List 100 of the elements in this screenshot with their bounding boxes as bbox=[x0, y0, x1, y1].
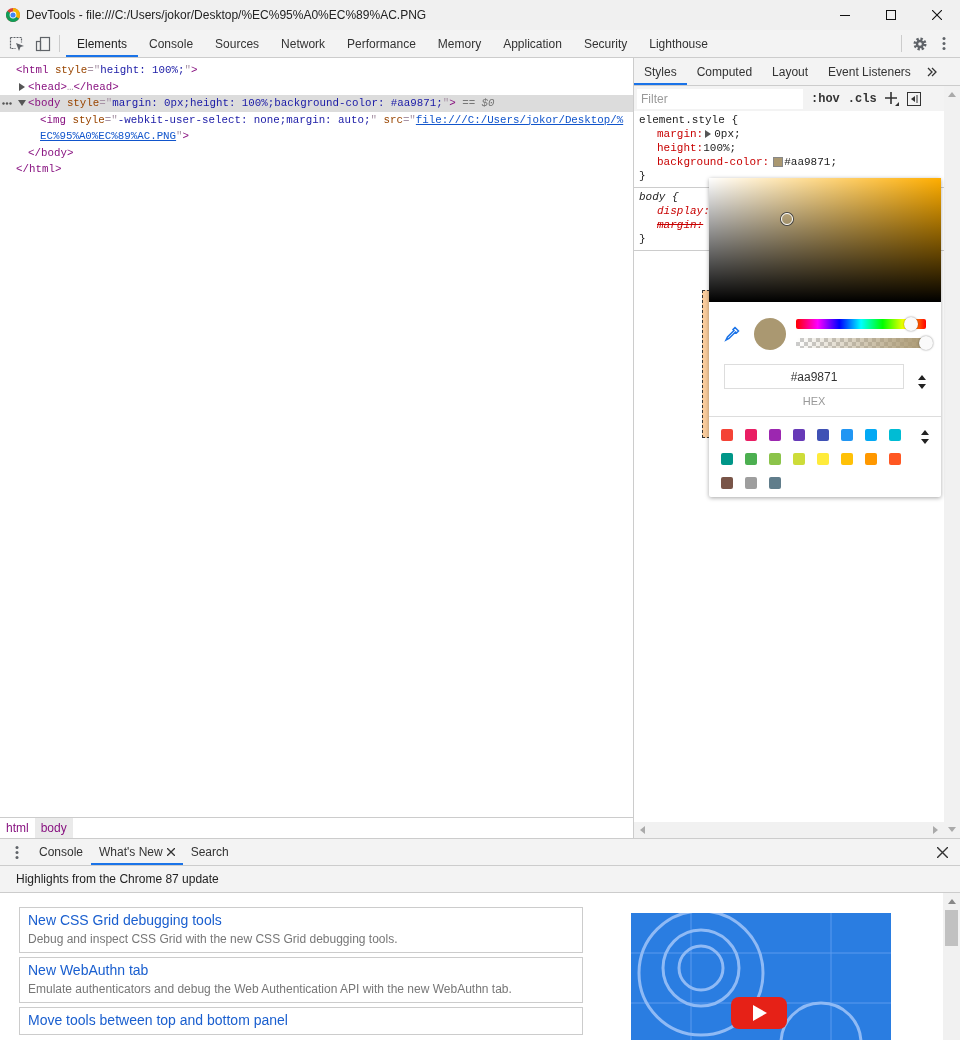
settings-icon[interactable] bbox=[912, 35, 928, 52]
link[interactable]: EC%95%A0%EC%89%AC.PNG bbox=[40, 130, 177, 142]
drawer-menu-icon[interactable] bbox=[15, 844, 19, 860]
color-swatch[interactable] bbox=[721, 429, 733, 441]
color-swatch[interactable] bbox=[745, 429, 757, 441]
color-swatch[interactable] bbox=[793, 453, 805, 465]
panel-tab[interactable]: Memory bbox=[426, 30, 493, 57]
more-options-icon[interactable] bbox=[942, 36, 946, 51]
up-down-arrows-icon[interactable] bbox=[921, 430, 929, 444]
slider-thumb[interactable] bbox=[904, 317, 919, 331]
color-swatch[interactable] bbox=[721, 453, 733, 465]
css-value: #aa9871; bbox=[784, 155, 838, 169]
color-swatch[interactable] bbox=[841, 453, 853, 465]
scroll-left-icon[interactable] bbox=[640, 826, 645, 834]
card-title[interactable]: New WebAuthn tab bbox=[28, 962, 574, 978]
panel-tab[interactable]: Network bbox=[270, 30, 337, 57]
code-line: EC%95%A0%EC%89%AC.PNG"> bbox=[40, 129, 191, 144]
close-icon[interactable] bbox=[932, 10, 942, 20]
breadcrumb[interactable]: html bbox=[0, 818, 35, 838]
window-title: DevTools - file:///C:/Users/jokor/Desktop/%EC%95%A0%EC%89%AC.PNG bbox=[26, 8, 428, 22]
chrome-logo bbox=[6, 8, 20, 22]
panel-tab[interactable]: Performance bbox=[336, 30, 427, 57]
css-property: height: bbox=[657, 141, 704, 155]
filter-field[interactable]: Filter bbox=[637, 88, 803, 109]
code-line: <html style="height: 100%;"> bbox=[16, 63, 198, 78]
chevron-double-icon[interactable] bbox=[926, 66, 937, 77]
drawer-tab[interactable]: Console bbox=[31, 839, 92, 865]
panel-tab[interactable]: Elements bbox=[66, 30, 139, 57]
toggle-sidebar-icon[interactable] bbox=[906, 91, 921, 106]
panel-tab[interactable]: Lighthouse bbox=[638, 30, 719, 57]
code-line: <img style="-webkit-user-select: none;margin: auto;" src="file:///C:/Users/jokor/Desktop/% bbox=[40, 112, 624, 128]
saturation-value-area[interactable] bbox=[709, 178, 941, 302]
color-swatch[interactable] bbox=[817, 429, 829, 441]
dom-tree-row[interactable]: <img style="-webkit-user-select: none;margin: auto;" src="file:///C:/Users/jokor/Desktop/% EC%95%A0%EC%89%AC.PNG"> bbox=[0, 111, 633, 145]
color-swatch[interactable] bbox=[773, 157, 784, 167]
hex-field[interactable]: #aa9871 bbox=[724, 364, 904, 389]
closing-brace: } bbox=[639, 169, 647, 183]
color-swatch[interactable] bbox=[889, 453, 901, 465]
drawer-tab[interactable]: Search bbox=[182, 839, 237, 865]
breadcrumb[interactable]: body bbox=[34, 818, 73, 838]
eyedropper-icon[interactable] bbox=[724, 325, 740, 342]
closing-brace: } bbox=[639, 232, 647, 246]
panel-tab[interactable]: Security bbox=[572, 30, 639, 57]
scroll-up-icon[interactable] bbox=[948, 92, 956, 97]
close-tab-icon[interactable] bbox=[166, 848, 175, 856]
hover-state-toggle[interactable]: :hov bbox=[811, 91, 840, 106]
panel-tab[interactable]: Console bbox=[138, 30, 205, 57]
css-selector: body { bbox=[639, 190, 680, 204]
maximize-icon[interactable] bbox=[886, 10, 896, 20]
device-toggle-icon[interactable] bbox=[35, 35, 51, 52]
css-value: 0px; bbox=[714, 127, 741, 141]
drawer-header: Highlights from the Chrome 87 update bbox=[0, 866, 960, 893]
dom-tree-row[interactable]: <head>…</head> bbox=[0, 78, 633, 95]
code-line: <head>…</head> bbox=[28, 79, 119, 95]
class-toggle[interactable]: .cls bbox=[847, 91, 877, 106]
link[interactable]: file:///C:/Users/jokor/Desktop/% bbox=[415, 113, 624, 126]
css-selector: element.style { bbox=[639, 113, 740, 127]
slider-thumb[interactable] bbox=[919, 336, 933, 350]
up-down-arrows-icon[interactable] bbox=[918, 375, 926, 389]
code-line: </body> bbox=[28, 145, 74, 161]
card-title[interactable]: New CSS Grid debugging tools bbox=[28, 912, 574, 928]
color-swatch[interactable] bbox=[769, 429, 781, 441]
close-drawer-icon[interactable] bbox=[937, 846, 948, 858]
color-swatch[interactable] bbox=[793, 429, 805, 441]
css-property: margin: bbox=[657, 218, 704, 232]
scroll-down-icon[interactable] bbox=[948, 827, 956, 832]
scroll-right-icon[interactable] bbox=[933, 826, 938, 834]
card-title[interactable]: Move tools between top and bottom panel bbox=[28, 1012, 574, 1028]
color-swatch[interactable] bbox=[769, 477, 781, 489]
color-swatch[interactable] bbox=[745, 453, 757, 465]
feature-card[interactable]: Move tools between top and bottom panel bbox=[19, 1007, 583, 1035]
code-line: <body style="margin: 0px;height: 100%;background-color: #aa9871;"> == $0 bbox=[28, 96, 495, 111]
feature-card[interactable]: New WebAuthn tab Emulate authenticators and debug the Web Authentication API with the new WebAuthn tab. bbox=[19, 957, 583, 1003]
expanded-triangle-icon[interactable] bbox=[18, 99, 26, 107]
feature-card[interactable]: New CSS Grid debugging tools Debug and inspect CSS Grid with the new CSS Grid debugging tools. bbox=[19, 907, 583, 953]
sidebar-tab[interactable]: Event Listeners bbox=[818, 58, 921, 85]
dom-tree-row[interactable]: <body style="margin: 0px;height: 100%;background-color: #aa9871;"> == $0 bbox=[0, 95, 633, 112]
color-swatch[interactable] bbox=[865, 453, 877, 465]
panel-tab[interactable]: Sources bbox=[204, 30, 271, 57]
code-line: </html> bbox=[16, 162, 62, 177]
dom-tree-row[interactable]: <html style="height: 100%;"> bbox=[0, 62, 633, 79]
color-swatch[interactable] bbox=[889, 429, 901, 441]
color-swatch[interactable] bbox=[745, 477, 757, 489]
color-swatch[interactable] bbox=[769, 453, 781, 465]
expand-triangle-icon[interactable] bbox=[705, 130, 712, 138]
color-swatch[interactable] bbox=[721, 477, 733, 489]
format-label: HEX bbox=[802, 395, 826, 407]
collapsed-triangle-icon[interactable] bbox=[18, 82, 26, 91]
scroll-up-icon[interactable] bbox=[947, 899, 956, 904]
color-swatch[interactable] bbox=[841, 429, 853, 441]
scrollbar-thumb[interactable] bbox=[945, 910, 958, 946]
ellipsis-icon[interactable] bbox=[2, 102, 12, 105]
inspect-icon[interactable] bbox=[9, 35, 25, 52]
sidebar-tab[interactable]: Layout bbox=[762, 58, 819, 85]
panel-tab[interactable]: Application bbox=[492, 30, 573, 57]
color-swatch[interactable] bbox=[817, 453, 829, 465]
add-rule-icon[interactable] bbox=[884, 91, 899, 106]
sidebar-tab[interactable]: Computed bbox=[686, 58, 763, 85]
css-property: background-color: bbox=[657, 155, 770, 169]
color-swatch[interactable] bbox=[865, 429, 877, 441]
